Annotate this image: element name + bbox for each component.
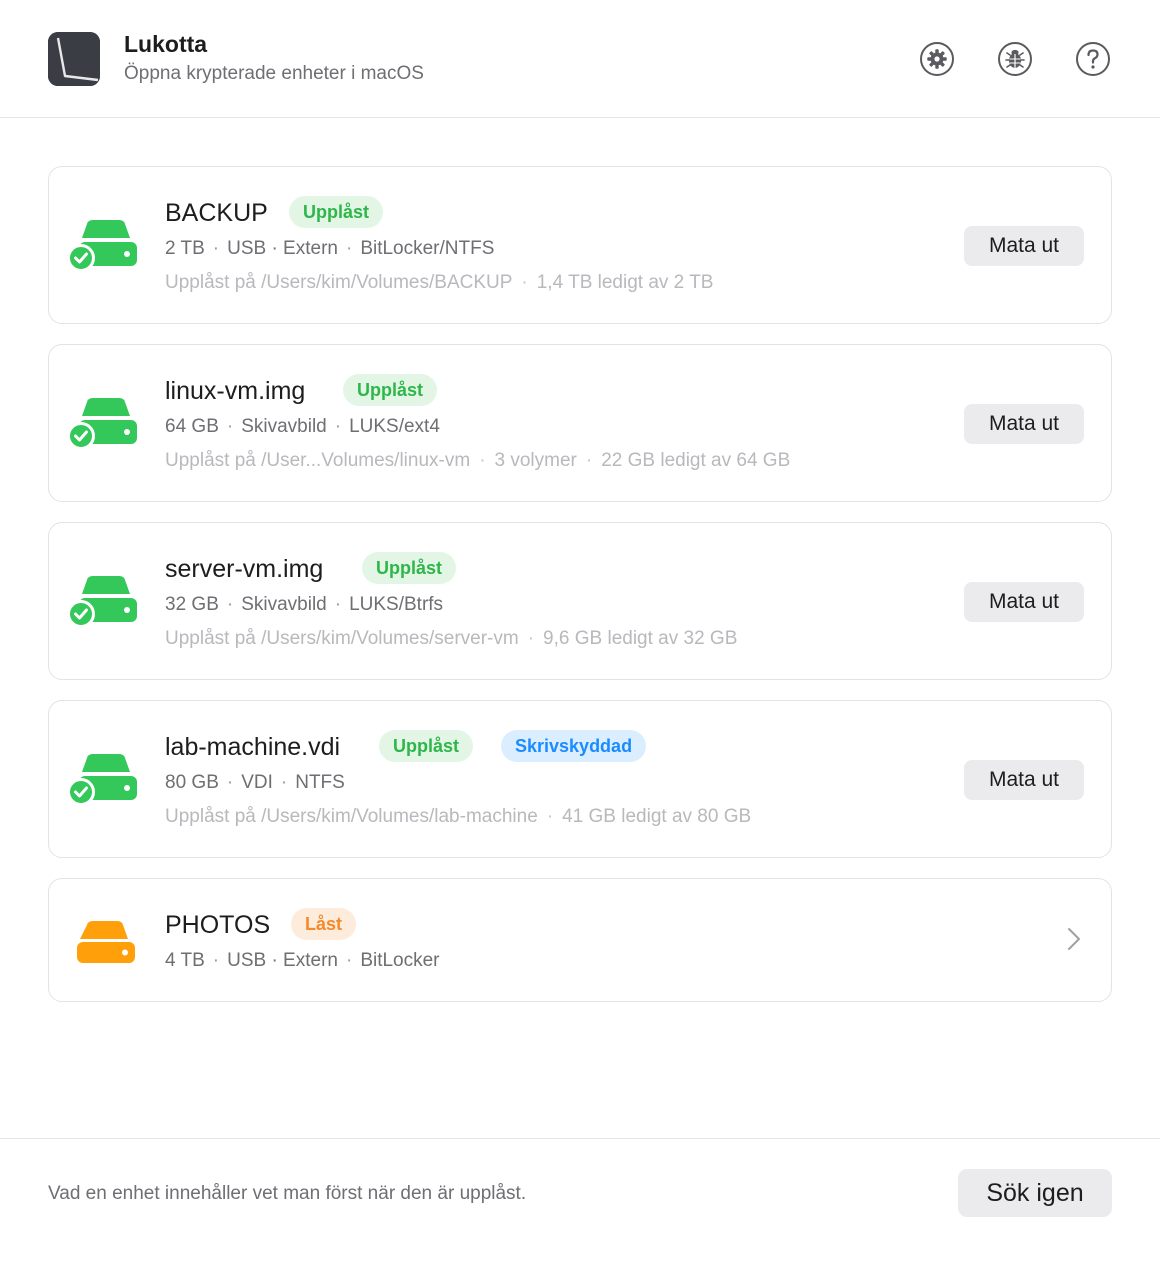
device-details: Upplåst på /Users/kim/Volumes/server-vm ·… bbox=[165, 628, 737, 650]
device-size: 32 GB bbox=[165, 594, 219, 615]
free-space: 22 GB ledigt av 64 GB bbox=[601, 450, 791, 471]
eject-button[interactable]: Mata ut bbox=[964, 582, 1084, 622]
separator: · bbox=[334, 416, 342, 437]
debug-button[interactable] bbox=[997, 41, 1033, 77]
rescan-button[interactable]: Sök igen bbox=[958, 1169, 1112, 1217]
app-title: Lukotta bbox=[124, 31, 208, 57]
device-meta: 2 TB · USB · Extern · BitLocker/NTFS bbox=[165, 238, 494, 260]
device-format: BitLocker/NTFS bbox=[360, 238, 495, 259]
device-card-backup[interactable]: BACKUP Upplåst 2 TB · USB · Extern · BitLock… bbox=[48, 166, 1112, 324]
free-space: 1,4 TB ledigt av 2 TB bbox=[536, 272, 714, 293]
separator: · bbox=[280, 772, 288, 793]
device-card-server-vm[interactable]: server-vm.img Upplåst 32 GB · Skivavbild · L… bbox=[48, 522, 1112, 680]
device-type: Skivavbild bbox=[241, 594, 327, 615]
device-size: 80 GB bbox=[165, 772, 219, 793]
status-badge: Låst bbox=[291, 908, 357, 940]
device-card-lab-machine[interactable]: lab-machine.vdi Upplåst Skrivskyddad 80 … bbox=[48, 700, 1112, 858]
device-type: Skivavbild bbox=[241, 416, 327, 437]
mount-path: Upplåst på /Users/kim/Volumes/BACKUP bbox=[165, 272, 513, 293]
device-name: BACKUP bbox=[165, 199, 268, 227]
separator: · bbox=[226, 416, 234, 437]
device-details: Upplåst på /User...Volumes/linux-vm · 3 vo… bbox=[165, 450, 790, 472]
device-name: PHOTOS bbox=[165, 911, 271, 939]
mount-path: Upplåst på /Users/kim/Volumes/lab-machin… bbox=[165, 806, 538, 827]
device-format: NTFS bbox=[295, 772, 345, 793]
device-size: 64 GB bbox=[165, 416, 219, 437]
status-badge: Upplåst bbox=[362, 552, 457, 584]
separator: · bbox=[334, 594, 342, 615]
eject-button[interactable]: Mata ut bbox=[964, 226, 1084, 266]
device-format: BitLocker bbox=[360, 950, 440, 971]
status-badge: Upplåst bbox=[379, 730, 474, 762]
device-meta: 32 GB · Skivavbild · LUKS/Btrfs bbox=[165, 594, 443, 616]
drive-unlocked-icon bbox=[67, 392, 141, 450]
separator: · bbox=[212, 950, 220, 971]
drive-unlocked-icon bbox=[67, 570, 141, 628]
help-button[interactable] bbox=[1075, 41, 1111, 77]
gear-icon bbox=[920, 42, 954, 76]
device-card-linux-vm[interactable]: linux-vm.img Upplåst 64 GB · Skivavbild · LU… bbox=[48, 344, 1112, 502]
device-meta: 4 TB · USB · Extern · BitLocker bbox=[165, 950, 440, 972]
settings-button[interactable] bbox=[919, 41, 955, 77]
separator: · bbox=[226, 772, 234, 793]
device-name: server-vm.img bbox=[165, 555, 324, 583]
separator: · bbox=[226, 594, 234, 615]
app-subtitle: Öppna krypterade enheter i macOS bbox=[124, 63, 424, 84]
separator: · bbox=[585, 450, 593, 471]
mount-path: Upplåst på /User...Volumes/linux-vm bbox=[165, 450, 471, 471]
free-space: 9,6 GB ledigt av 32 GB bbox=[543, 628, 738, 649]
status-badge: Upplåst bbox=[343, 374, 438, 406]
device-type: VDI bbox=[241, 772, 273, 793]
device-name: linux-vm.img bbox=[165, 377, 306, 405]
separator: · bbox=[212, 238, 220, 259]
drive-locked-icon bbox=[67, 909, 141, 967]
separator: · bbox=[479, 450, 486, 471]
chevron-right-icon[interactable] bbox=[1067, 927, 1081, 956]
device-connection: USB · Extern bbox=[227, 950, 338, 971]
separator: · bbox=[521, 272, 528, 293]
device-format: LUKS/Btrfs bbox=[349, 594, 444, 615]
drive-unlocked-icon bbox=[67, 214, 141, 272]
drive-unlocked-icon bbox=[67, 748, 141, 806]
help-icon bbox=[1076, 42, 1110, 76]
device-details: Upplåst på /Users/kim/Volumes/BACKUP · 1,4… bbox=[165, 272, 713, 294]
eject-button[interactable]: Mata ut bbox=[964, 404, 1084, 444]
device-meta: 80 GB · VDI · NTFS bbox=[165, 772, 345, 794]
separator: · bbox=[345, 950, 353, 971]
device-format: LUKS/ext4 bbox=[349, 416, 440, 437]
device-name: lab-machine.vdi bbox=[165, 733, 341, 761]
free-space: 41 GB ledigt av 80 GB bbox=[562, 806, 752, 827]
device-connection: USB · Extern bbox=[227, 238, 338, 259]
separator: · bbox=[345, 238, 353, 259]
bug-icon bbox=[998, 42, 1032, 76]
volume-count: 3 volymer bbox=[494, 450, 577, 471]
device-size: 4 TB bbox=[165, 950, 205, 971]
separator: · bbox=[546, 806, 554, 827]
app-header: Lukotta Öppna krypterade enheter i macOS bbox=[0, 0, 1160, 118]
mount-path: Upplåst på /Users/kim/Volumes/server-vm bbox=[165, 628, 519, 649]
device-size: 2 TB bbox=[165, 238, 205, 259]
status-badge: Upplåst bbox=[289, 196, 384, 228]
separator: · bbox=[527, 628, 535, 649]
device-details: Upplåst på /Users/kim/Volumes/lab-machin… bbox=[165, 806, 751, 828]
eject-button[interactable]: Mata ut bbox=[964, 760, 1084, 800]
read-only-badge: Skrivskyddad bbox=[501, 730, 647, 762]
footer: Vad en enhet innehåller vet man först nä… bbox=[0, 1138, 1160, 1264]
device-card-photos[interactable]: PHOTOS Låst 4 TB · USB · Extern · BitLocker bbox=[48, 878, 1112, 1002]
app-logo-icon bbox=[48, 32, 100, 86]
footer-note: Vad en enhet innehåller vet man först nä… bbox=[48, 1183, 527, 1204]
device-meta: 64 GB · Skivavbild · LUKS/ext4 bbox=[165, 416, 440, 438]
